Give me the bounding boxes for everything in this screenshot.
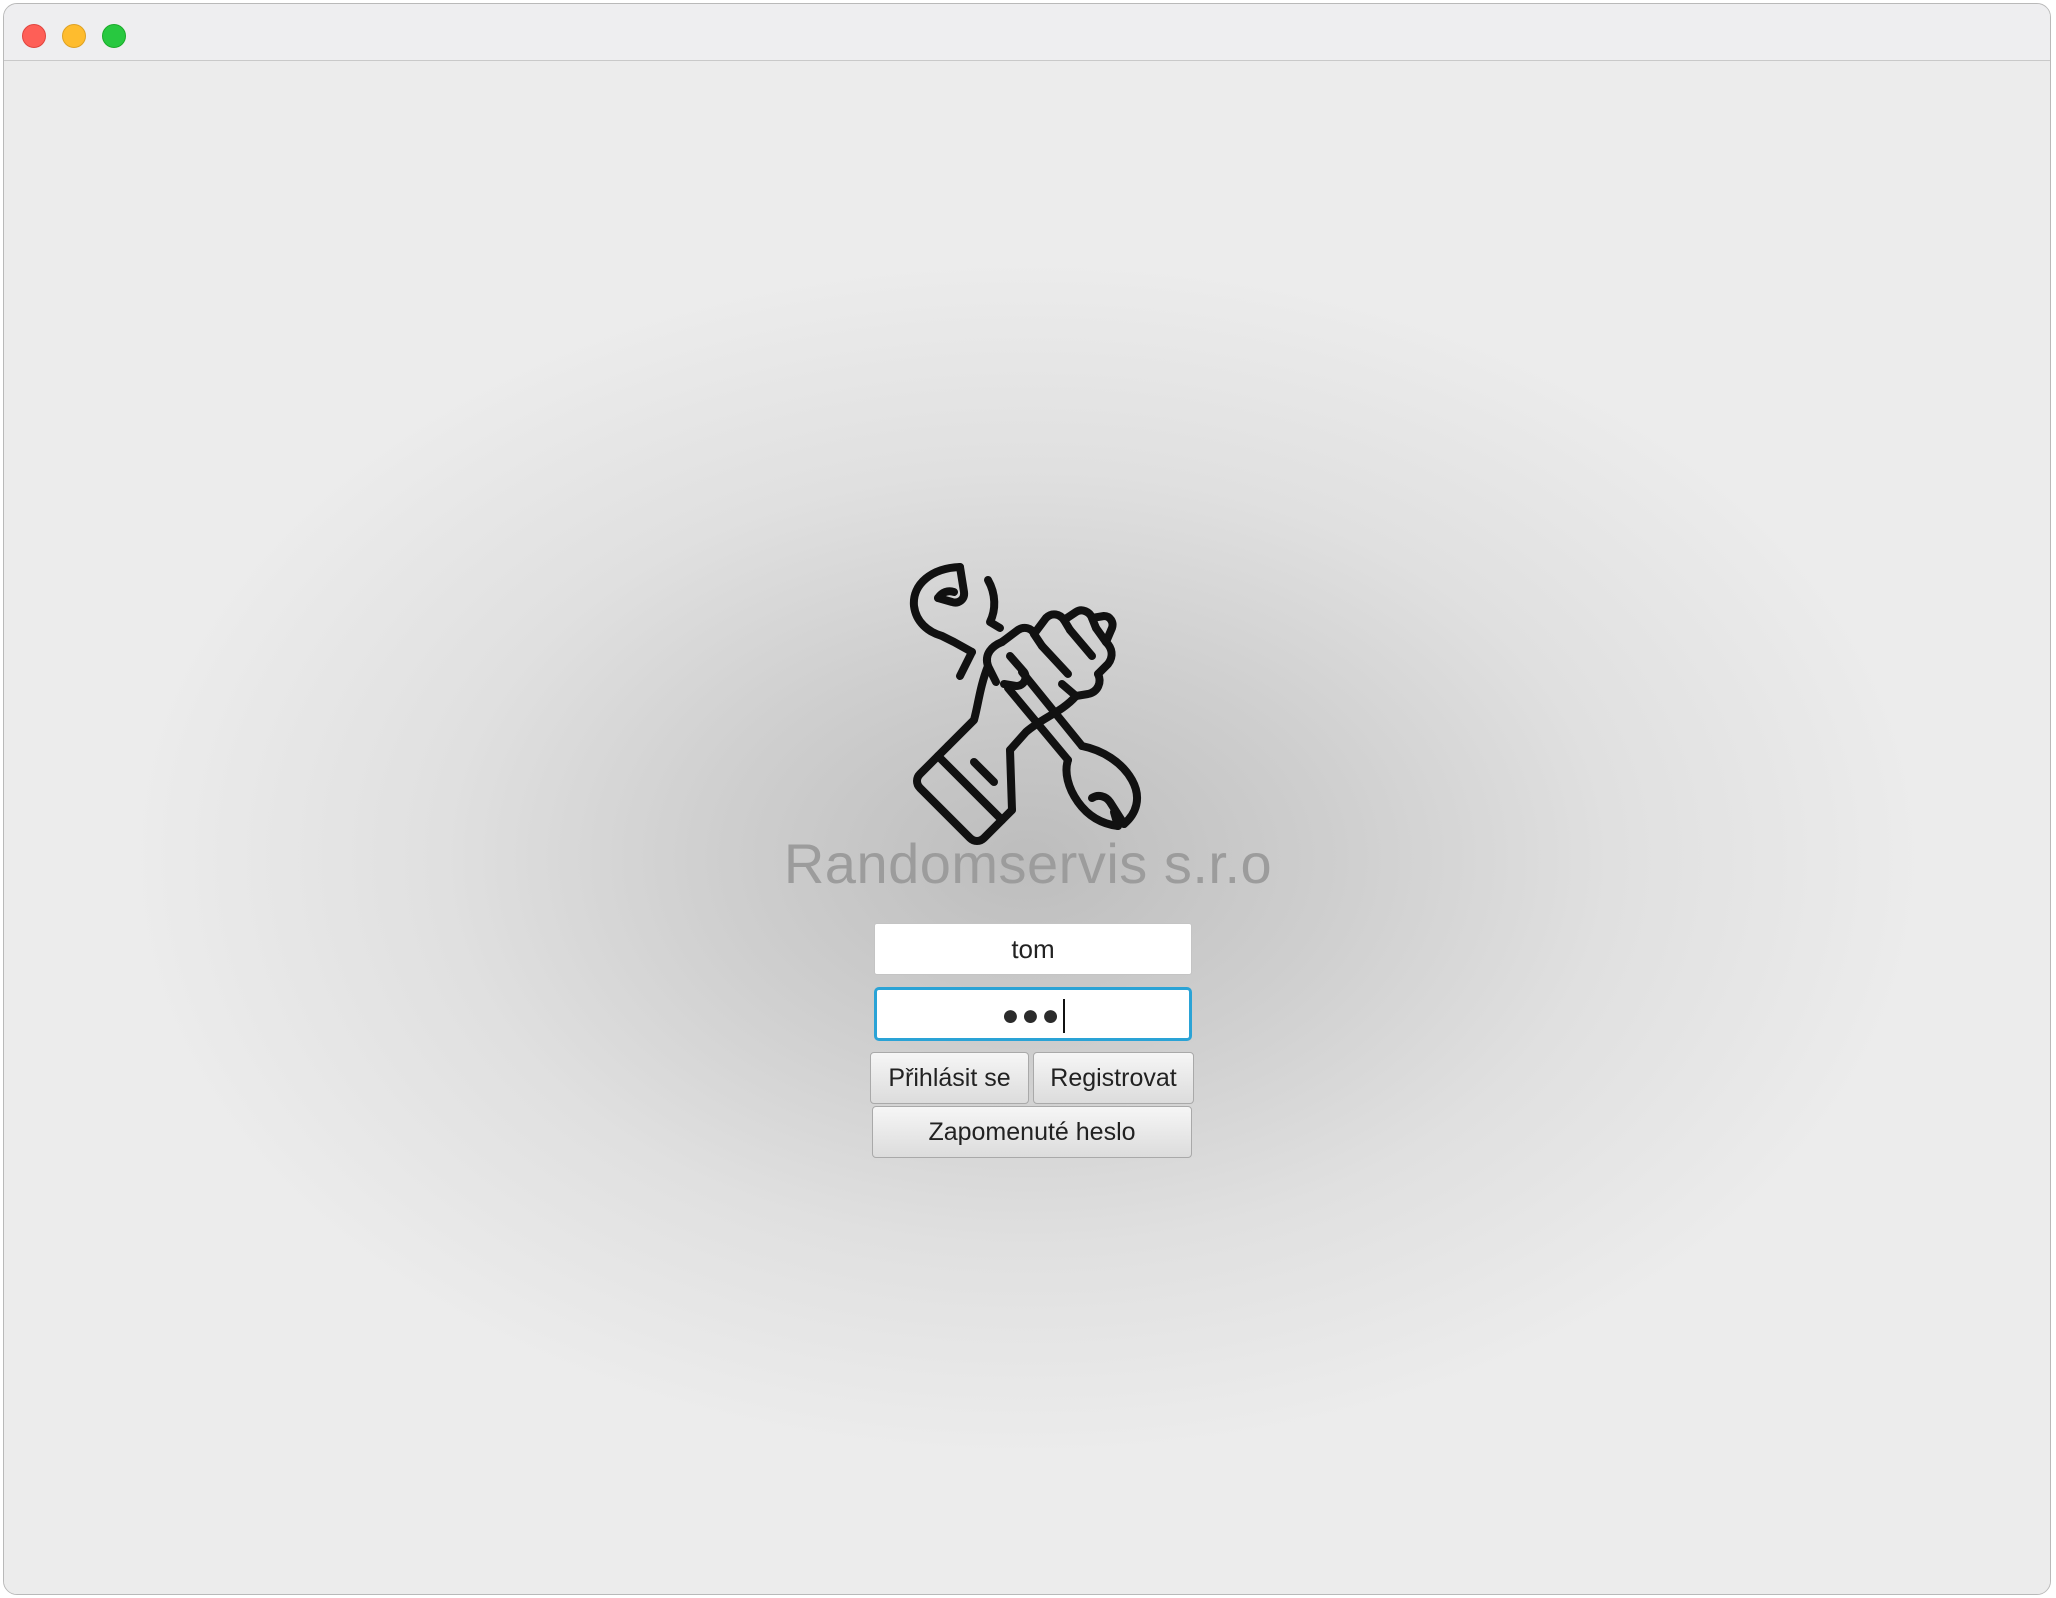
maximize-icon[interactable] xyxy=(102,24,126,48)
login-button[interactable]: Přihlásit se xyxy=(870,1052,1029,1104)
login-panel: Randomservis s.r.o tom ●●● Přihlásit se … xyxy=(4,61,2050,1594)
title-bar xyxy=(4,4,2050,61)
password-mask: ●●● xyxy=(1001,999,1062,1033)
username-value: tom xyxy=(1011,934,1055,964)
forgot-password-button[interactable]: Zapomenuté heslo xyxy=(872,1106,1192,1158)
login-window: Randomservis s.r.o tom ●●● Přihlásit se … xyxy=(3,3,2051,1595)
close-icon[interactable] xyxy=(22,24,46,48)
username-input[interactable]: tom xyxy=(874,923,1192,975)
company-name: Randomservis s.r.o xyxy=(783,832,1273,895)
register-button[interactable]: Registrovat xyxy=(1033,1052,1194,1104)
hand-holding-wrench-icon xyxy=(909,563,1142,845)
password-input[interactable]: ●●● xyxy=(874,987,1192,1041)
minimize-icon[interactable] xyxy=(62,24,86,48)
text-caret xyxy=(1062,999,1065,1034)
